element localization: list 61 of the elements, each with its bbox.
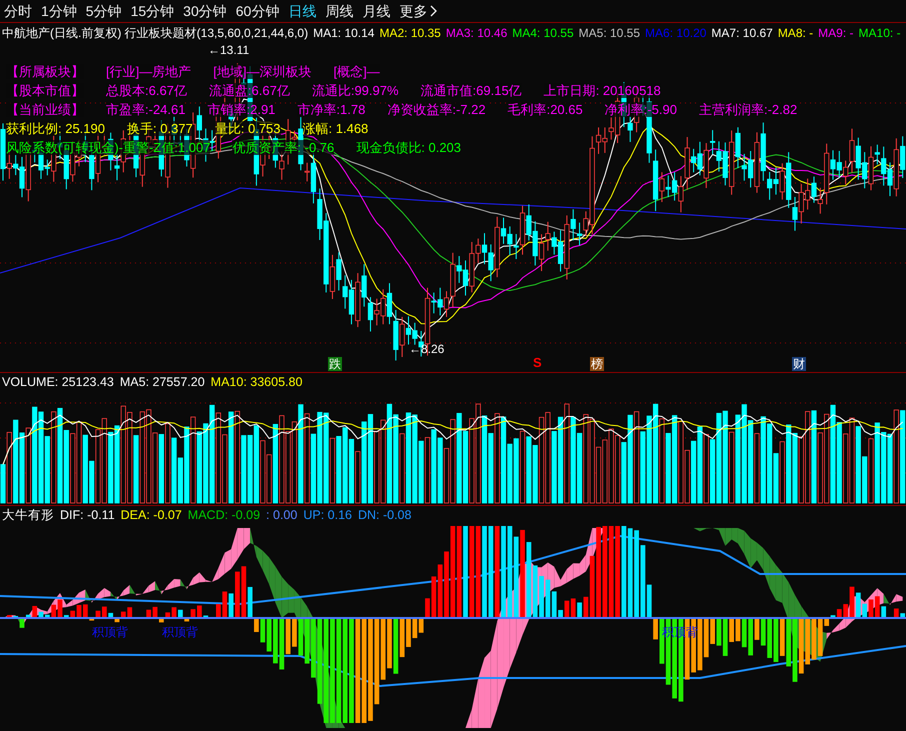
high-price-label: ←13.11	[208, 43, 250, 57]
indicator-title: 大牛有形	[2, 508, 54, 522]
info-text: 净资收益率:-7.22	[387, 102, 486, 117]
info-text: [概念]—	[333, 64, 380, 79]
info-text: 涨幅: 1.468	[302, 121, 368, 136]
info-text: 获利比例: 25.190	[6, 121, 105, 136]
period-tab[interactable]: 30分钟	[183, 4, 227, 18]
ma-legend-item: MA1: 10.14	[313, 26, 374, 40]
event-marker[interactable]: 榜	[590, 357, 604, 371]
chart-title: 中航地产(日线.前复权) 行业板块题材(13,5,60,0,21,44,6,0)	[2, 26, 308, 40]
period-tab[interactable]: 月线	[362, 4, 390, 18]
macd-legend-item: DIF: -0.11	[60, 508, 115, 522]
event-marker[interactable]: 财	[792, 357, 806, 371]
volume-legend-item: MA10: 33605.80	[210, 375, 302, 389]
ma-legend-item: MA10: -	[858, 26, 901, 40]
volume-legend-item: VOLUME: 25123.43	[2, 375, 114, 389]
ma-legend-item: MA7: 10.67	[711, 26, 773, 40]
period-tab[interactable]: 周线	[325, 4, 354, 18]
volume-legend-item: MA5: 27557.20	[120, 375, 205, 389]
info-text: [地域]—深圳板块	[213, 64, 312, 79]
period-tab[interactable]: 15分钟	[130, 4, 174, 18]
info-text: [行业]—房地产	[106, 64, 192, 79]
ma-legend-item: MA8: -	[778, 26, 814, 40]
ma-legend-item: MA9: -	[818, 26, 854, 40]
macd-legend-item: MACD: -0.09	[188, 508, 260, 522]
macd-legend-item: UP: 0.16	[303, 508, 352, 522]
period-tab[interactable]: 分时	[4, 4, 32, 18]
info-text: 量比: 0.753	[214, 121, 281, 136]
ma-legend-item: MA3: 10.46	[446, 26, 508, 40]
info-text: 换手: 0.377	[127, 121, 193, 136]
info-text: 风险系数(可转现金)-重警-Z值:1.007	[6, 140, 210, 155]
info-text: 主营利润率:-2.82	[698, 102, 798, 117]
info-text: 流通市值:69.15亿	[420, 83, 522, 98]
info-text: 总股本:6.67亿	[106, 83, 187, 98]
event-marker[interactable]: 跌	[328, 357, 342, 371]
ma-legend-item: MA6: 10.20	[645, 26, 706, 40]
chevron-right-icon	[430, 5, 438, 17]
info-text: 市净率:1.78	[297, 102, 366, 117]
info-text: 上市日期: 20160518	[544, 83, 661, 98]
divergence-signal-label: 积顶背	[162, 625, 198, 639]
info-text: 现金负债比: 0.203	[356, 140, 462, 155]
sell-signal-marker[interactable]: S	[533, 355, 542, 371]
info-text: 流通比:99.97%	[312, 83, 399, 98]
ma-legend-item: MA4: 10.55	[512, 26, 574, 40]
info-text: 净利率:-5.90	[604, 102, 677, 117]
more-button[interactable]: 更多	[399, 4, 438, 18]
info-text: 优质资产率: -0.76	[232, 140, 334, 155]
info-text: 流通盘:6.67亿	[208, 83, 290, 98]
info-text: 市销率:2.91	[207, 102, 276, 117]
ma-legend-item: MA5: 10.55	[578, 26, 640, 40]
divergence-signal-label: 积顶背	[92, 625, 128, 639]
macd-legend-item: DN: -0.08	[358, 508, 412, 522]
ma-legend-item: MA2: 10.35	[379, 26, 441, 40]
period-tab[interactable]: 1分钟	[41, 4, 77, 18]
info-text: 毛利率:20.65	[508, 102, 583, 117]
period-tab[interactable]: 60分钟	[236, 4, 280, 18]
macd-legend-item: : 0.00	[266, 508, 298, 522]
macd-legend-item: DEA: -0.07	[120, 508, 182, 522]
period-tab[interactable]: 5分钟	[86, 4, 122, 18]
info-text: 市盈率:-24.61	[106, 102, 186, 117]
period-tab[interactable]: 日线	[288, 4, 316, 18]
